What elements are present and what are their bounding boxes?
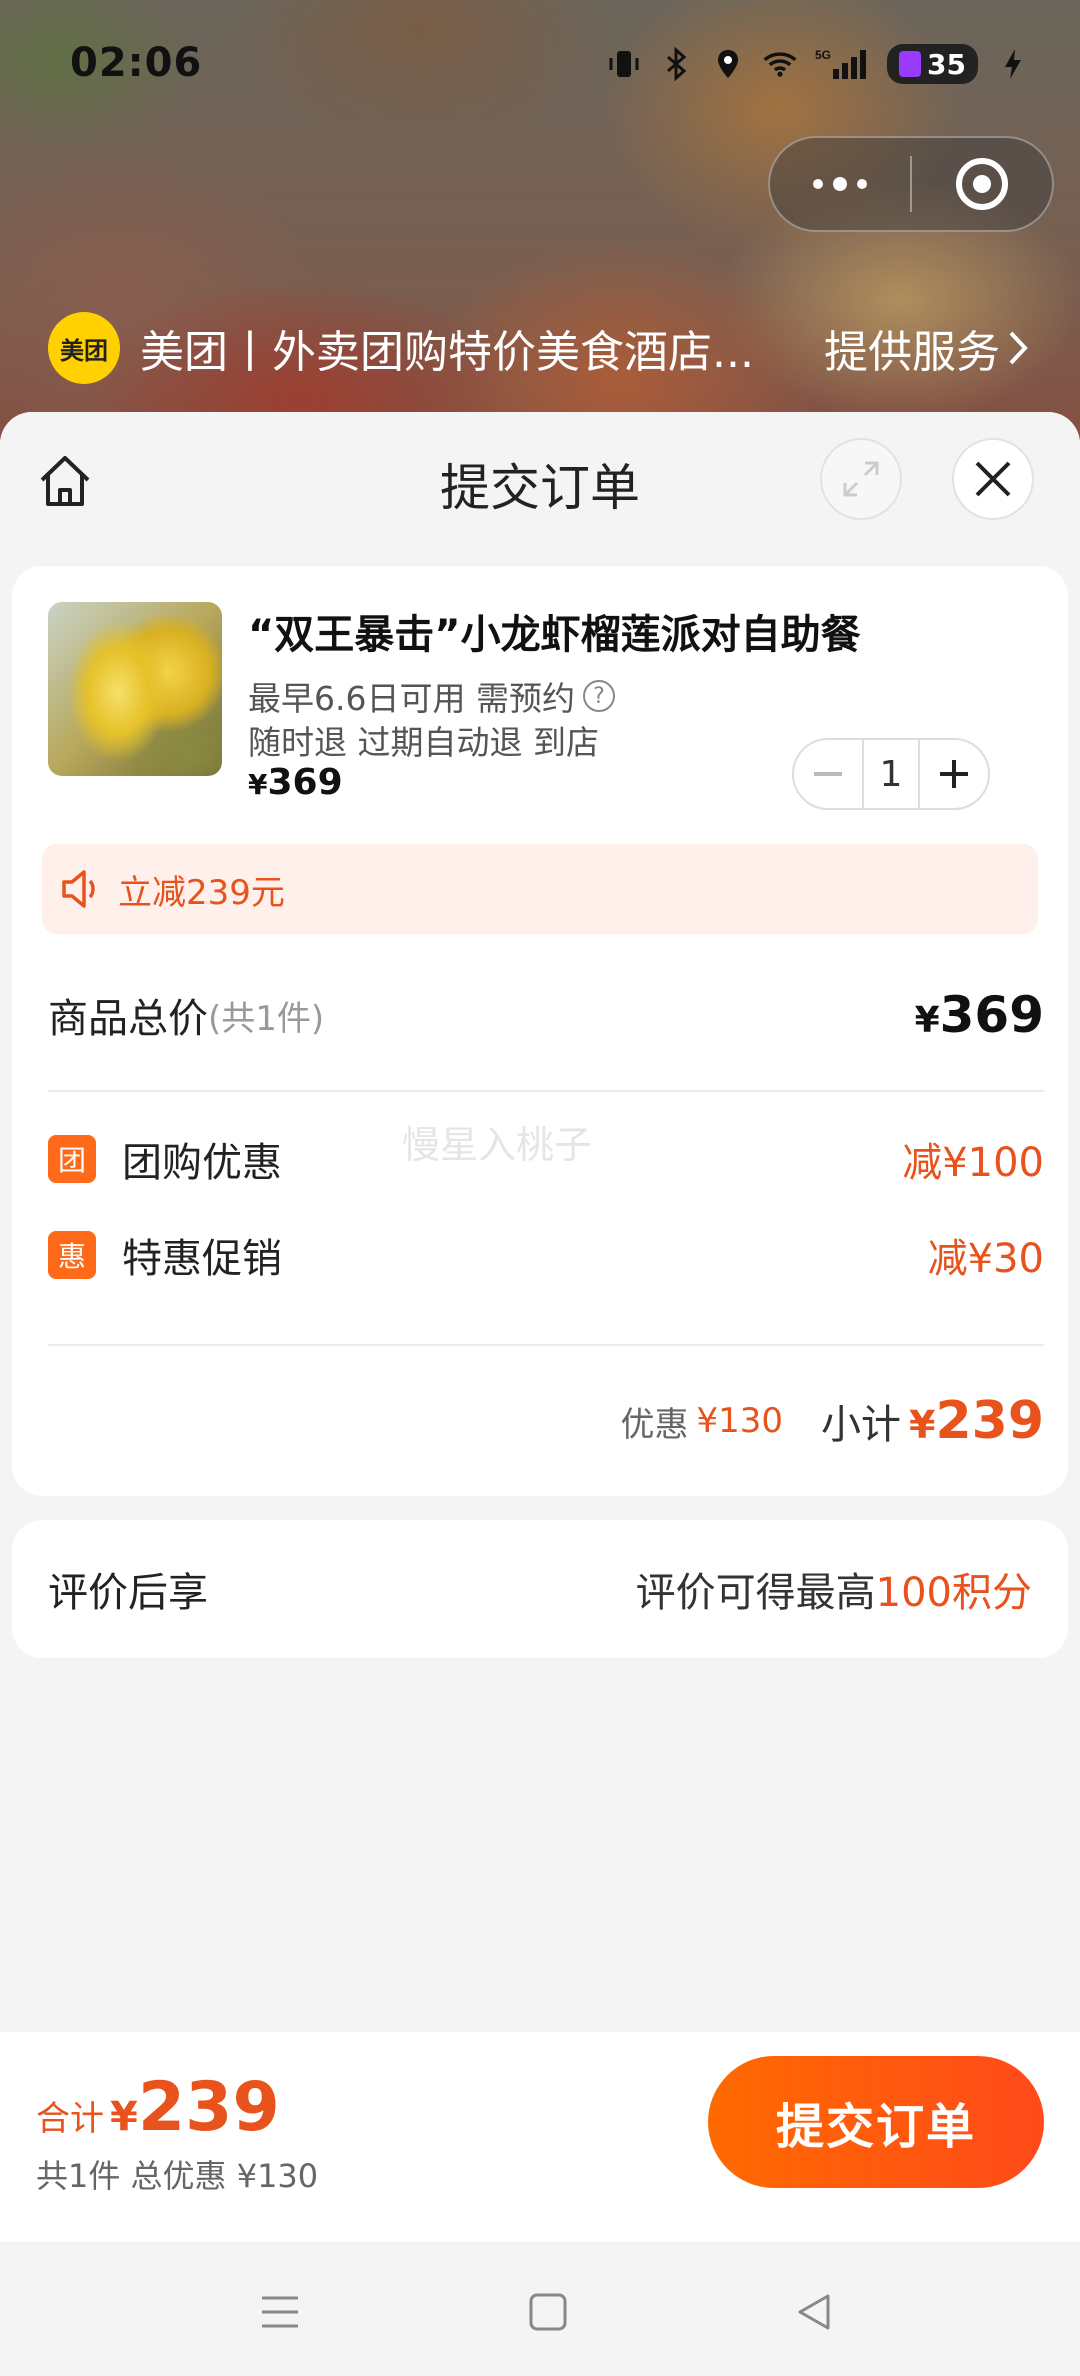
review-label: 评价后享 (48, 1570, 208, 1616)
group-buy-tag: 团 (48, 1135, 96, 1183)
total-amount: 239 (137, 2068, 280, 2147)
divider (48, 1344, 1044, 1346)
subtotal-row: 优惠 ¥130 小计 ¥239 (48, 1376, 1044, 1466)
chevron-right-icon (1009, 331, 1028, 365)
battery-percent: 35 (927, 47, 966, 81)
product-price-symbol: ¥ (248, 768, 268, 801)
promo-banner: 立减239元 (42, 844, 1038, 934)
discount-label: 特惠促销 (122, 1236, 282, 1282)
location-icon (711, 47, 745, 81)
wifi-icon (763, 47, 797, 81)
expand-icon (843, 461, 879, 497)
subtotal-label: 小计 (821, 1402, 901, 1448)
sheet-header: 提交订单 (0, 412, 1080, 552)
signal-5g-icon: 5G (815, 47, 869, 81)
checkout-bar: 合计 ¥ 239 共1件 总优惠 ¥130 提交订单 (0, 2032, 1080, 2242)
quantity-stepper: 1 (792, 738, 990, 810)
subtotal-value: ¥239 (909, 1391, 1044, 1451)
total-label: 合计 (36, 2099, 104, 2139)
discount-row: 惠 特惠促销 减¥30 (48, 1220, 1044, 1290)
service-label: 提供服务 (824, 327, 1000, 378)
review-reward-card[interactable]: 评价后享 评价可得最高100积分 (12, 1520, 1068, 1658)
product-image[interactable] (48, 602, 222, 776)
service-link[interactable]: 提供服务 (824, 316, 1028, 380)
total-summary: 共1件 总优惠 ¥130 (36, 2157, 319, 2195)
status-icons: 5G 35 (607, 44, 1030, 84)
more-dots-icon (813, 177, 867, 191)
home-nav-button[interactable] (518, 2282, 578, 2342)
product-availability: 最早6.6日可用 需预约 ? (248, 672, 615, 720)
order-total: 合计 ¥ 239 共1件 总优惠 ¥130 (36, 2068, 318, 2197)
divider (48, 1090, 1044, 1092)
svg-text:5G: 5G (815, 48, 831, 62)
charging-icon (996, 47, 1030, 81)
discount-row: 团 团购优惠 减¥100 (48, 1124, 1044, 1194)
battery-level (899, 51, 922, 77)
exit-button[interactable] (912, 136, 1052, 232)
subtotal-discount-label: 优惠 (620, 1404, 689, 1445)
close-button[interactable] (952, 438, 1034, 520)
square-icon (529, 2293, 567, 2331)
battery-indicator: 35 (887, 44, 978, 84)
product-price-value: 369 (267, 762, 343, 803)
availability-text: 最早6.6日可用 需预约 (248, 679, 575, 718)
help-icon[interactable]: ? (582, 680, 615, 712)
goods-total-symbol: ¥ (914, 1000, 940, 1041)
product-refund-policy: 随时退 过期自动退 到店 (248, 723, 599, 762)
mini-program-info[interactable]: 美团 美团丨外卖团购特价美食酒店... 提供服务 (48, 310, 1028, 386)
page-title: 提交订单 (440, 459, 640, 517)
goods-total-label: 商品总价 (48, 996, 208, 1042)
more-button[interactable] (770, 136, 910, 232)
total-symbol: ¥ (110, 2094, 138, 2140)
total-line: 合计 ¥ 239 (36, 2068, 318, 2147)
discount-value: 减¥30 (927, 1236, 1044, 1282)
meituan-logo: 美团 (48, 312, 120, 384)
order-card: “双王暴击”小龙虾榴莲派对自助餐 最早6.6日可用 需预约 ? 随时退 过期自动… (12, 566, 1068, 1496)
mini-program-name: 美团丨外卖团购特价美食酒店... (140, 327, 754, 378)
goods-total-amount: 369 (939, 986, 1044, 1044)
review-reward-points: 100积分 (875, 1570, 1032, 1616)
product-title: “双王暴击”小龙虾榴莲派对自助餐 (248, 612, 861, 658)
special-offer-tag: 惠 (48, 1231, 96, 1279)
review-reward-prefix: 评价可得最高 (635, 1570, 876, 1616)
goods-total-value: ¥369 (915, 986, 1044, 1044)
recent-apps-button[interactable] (250, 2282, 310, 2342)
goods-total-row: 商品总价 (共1件) ¥369 (48, 970, 1044, 1060)
quantity-value[interactable]: 1 (862, 740, 920, 808)
system-navigation-bar (0, 2242, 1080, 2376)
subtotal-symbol: ¥ (909, 1403, 936, 1447)
product-price: ¥369 (248, 762, 343, 803)
decrease-button[interactable] (794, 740, 862, 808)
vibrate-icon (607, 47, 641, 81)
submit-order-button[interactable]: 提交订单 (708, 2056, 1044, 2188)
status-bar: 02:06 5G 35 (0, 0, 1080, 130)
subtotal-amount: 239 (935, 1391, 1044, 1451)
minus-icon (814, 772, 842, 776)
increase-button[interactable] (920, 740, 988, 808)
expand-button[interactable] (820, 438, 902, 520)
plus-icon (940, 760, 968, 788)
target-icon (955, 158, 1008, 210)
promo-text: 立减239元 (118, 872, 285, 913)
review-reward: 评价可得最高100积分 (636, 1560, 1032, 1618)
bluetooth-icon (659, 47, 693, 81)
subtotal-discount-value: ¥130 (696, 1401, 783, 1441)
close-icon (975, 461, 1011, 497)
mini-program-capsule (768, 136, 1054, 232)
discount-label: 团购优惠 (122, 1140, 282, 1186)
back-nav-button[interactable] (784, 2282, 844, 2342)
discount-value: 减¥100 (902, 1140, 1044, 1186)
status-time: 02:06 (70, 40, 203, 86)
goods-count: (共1件) (208, 998, 325, 1039)
order-sheet: 提交订单 “双王暴击”小龙虾榴莲派对自助餐 最早6.6日可用 需预约 ? 随时退… (0, 412, 1080, 2032)
menu-icon (262, 2296, 298, 2328)
back-triangle-icon (798, 2294, 830, 2330)
speaker-icon (62, 870, 95, 908)
